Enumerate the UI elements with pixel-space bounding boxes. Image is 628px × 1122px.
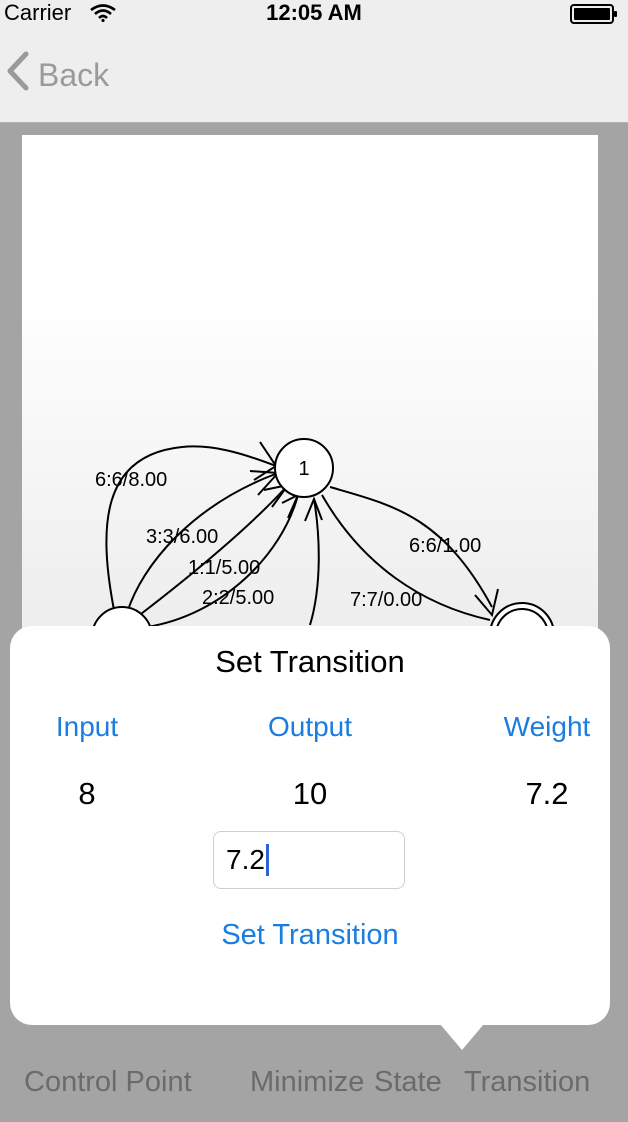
toolbar-minimize[interactable]: Minimize bbox=[250, 1066, 364, 1099]
status-bar: Carrier 12:05 AM bbox=[0, 0, 628, 28]
popover-arrow bbox=[440, 1024, 484, 1050]
output-column-header[interactable]: Output bbox=[210, 711, 410, 743]
output-value: 10 bbox=[292, 776, 328, 811]
navigation-bar: Back bbox=[0, 28, 628, 123]
value-text: 7.2 bbox=[226, 844, 265, 875]
toolbar-transition[interactable]: Transition bbox=[464, 1066, 590, 1099]
edge-label: 6:6/1.00 bbox=[409, 535, 481, 557]
edge-label: 6:6/8.00 bbox=[95, 469, 167, 491]
back-button[interactable]: Back bbox=[6, 51, 110, 95]
edge-label: 7:7/0.00 bbox=[350, 589, 422, 611]
state-node-label: 1 bbox=[298, 458, 309, 480]
clock: 12:05 AM bbox=[266, 0, 362, 25]
text-caret bbox=[265, 844, 269, 876]
battery-icon bbox=[570, 4, 618, 29]
bottom-toolbar: Control Point Minimize State Transition bbox=[0, 1058, 628, 1110]
edge-label: 2:2/5.00 bbox=[202, 587, 274, 609]
toolbar-state[interactable]: State bbox=[374, 1066, 442, 1099]
toolbar-control-point[interactable]: Control Point bbox=[24, 1066, 192, 1099]
set-transition-button[interactable]: Set Transition bbox=[10, 919, 610, 952]
chevron-left-icon bbox=[6, 51, 38, 99]
popover-title: Set Transition bbox=[215, 644, 405, 679]
weight-value: 7.2 bbox=[525, 776, 569, 811]
value-text-field[interactable]: 7.2 bbox=[213, 831, 405, 889]
input-column-header[interactable]: Input bbox=[10, 711, 164, 743]
edge-label: 1:1/5.00 bbox=[188, 557, 260, 579]
input-value: 8 bbox=[78, 776, 96, 811]
graph-canvas[interactable]: 1 6:6/8.00 3:3/6.00 1:1/5.00 2:2/5.00 6:… bbox=[22, 135, 598, 655]
edge-path bbox=[309, 498, 320, 626]
set-transition-popover: Set Transition Input Output Weight 8 10 … bbox=[10, 626, 610, 1025]
edge-label: 3:3/6.00 bbox=[146, 526, 218, 548]
weight-column-header[interactable]: Weight bbox=[472, 711, 622, 743]
back-label: Back bbox=[38, 56, 110, 93]
